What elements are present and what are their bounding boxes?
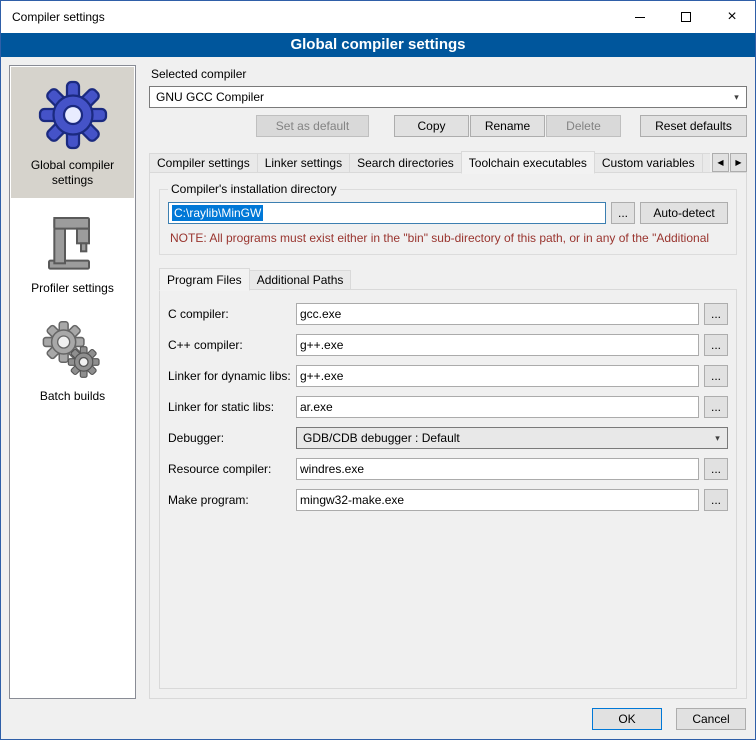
rename-button[interactable]: Rename xyxy=(470,115,545,137)
auto-detect-button[interactable]: Auto-detect xyxy=(640,202,728,224)
selected-compiler-label: Selected compiler xyxy=(151,67,747,81)
cpp-compiler-label: C++ compiler: xyxy=(168,338,296,352)
make-program-input[interactable]: mingw32-make.exe xyxy=(296,489,699,511)
dynamic-linker-input[interactable]: g++.exe xyxy=(296,365,699,387)
sidebar-item-global-compiler-settings[interactable]: Global compiler settings xyxy=(11,67,134,198)
window-title: Compiler settings xyxy=(1,10,105,24)
installation-directory-value: C:\raylib\MinGW xyxy=(172,205,263,221)
close-button[interactable]: × xyxy=(709,1,755,33)
selected-compiler-value: GNU GCC Compiler xyxy=(156,90,729,104)
ok-button[interactable]: OK xyxy=(592,708,662,730)
sidebar-item-label: Batch builds xyxy=(40,389,105,404)
arrow-right-icon: ▶ xyxy=(735,158,741,167)
subtab-program-files[interactable]: Program Files xyxy=(159,268,250,291)
maximize-button[interactable] xyxy=(663,1,709,33)
minimize-button[interactable] xyxy=(617,1,663,33)
arrow-left-icon: ◀ xyxy=(717,158,723,167)
tab-linker-settings[interactable]: Linker settings xyxy=(257,153,350,173)
compiler-settings-dialog: Compiler settings × Global compiler sett… xyxy=(0,0,756,740)
tab-scroll-left-button[interactable]: ◀ xyxy=(712,153,729,172)
cpp-compiler-row: C++ compiler: g++.exe ... xyxy=(168,334,728,356)
settings-tabstrip: Compiler settings Linker settings Search… xyxy=(149,151,747,173)
browse-button[interactable]: ... xyxy=(704,489,728,511)
static-linker-row: Linker for static libs: ar.exe ... xyxy=(168,396,728,418)
debugger-dropdown[interactable]: GDB/CDB debugger : Default ▾ xyxy=(296,427,728,449)
profiler-icon xyxy=(41,210,105,274)
copy-button[interactable]: Copy xyxy=(394,115,469,137)
browse-button[interactable]: ... xyxy=(704,458,728,480)
make-program-label: Make program: xyxy=(168,493,296,507)
browse-button[interactable]: ... xyxy=(704,303,728,325)
resource-compiler-input[interactable]: windres.exe xyxy=(296,458,699,480)
installation-directory-row: C:\raylib\MinGW ... Auto-detect xyxy=(168,202,728,224)
debugger-label: Debugger: xyxy=(168,431,296,445)
sidebar-item-batch-builds[interactable]: Batch builds xyxy=(11,306,134,414)
tab-search-directories[interactable]: Search directories xyxy=(349,153,462,173)
maximize-icon xyxy=(681,12,691,22)
tab-scroll-right-button[interactable]: ▶ xyxy=(730,153,747,172)
dialog-content: Global compiler settings Profiler se xyxy=(1,57,755,739)
selected-compiler-dropdown[interactable]: GNU GCC Compiler ▾ xyxy=(149,86,747,108)
debugger-row: Debugger: GDB/CDB debugger : Default ▾ xyxy=(168,427,728,449)
browse-directory-button[interactable]: ... xyxy=(611,202,635,224)
dialog-header: Global compiler settings xyxy=(1,33,755,57)
c-compiler-label: C compiler: xyxy=(168,307,296,321)
titlebar: Compiler settings × xyxy=(1,1,755,33)
tab-toolchain-executables[interactable]: Toolchain executables xyxy=(461,151,595,174)
settings-category-sidebar: Global compiler settings Profiler se xyxy=(9,65,136,699)
close-icon: × xyxy=(727,9,736,25)
c-compiler-input[interactable]: gcc.exe xyxy=(296,303,699,325)
static-linker-input[interactable]: ar.exe xyxy=(296,396,699,418)
main-pane: Selected compiler GNU GCC Compiler ▾ Set… xyxy=(149,65,747,699)
tab-build-options-truncated[interactable]: Buil xyxy=(702,153,710,173)
installation-directory-group: Compiler's installation directory C:\ray… xyxy=(159,182,737,255)
resource-compiler-row: Resource compiler: windres.exe ... xyxy=(168,458,728,480)
program-files-tabstrip: Program Files Additional Paths xyxy=(159,268,737,290)
browse-button[interactable]: ... xyxy=(704,396,728,418)
cpp-compiler-input[interactable]: g++.exe xyxy=(296,334,699,356)
browse-button[interactable]: ... xyxy=(704,334,728,356)
cancel-button[interactable]: Cancel xyxy=(676,708,746,730)
tab-custom-variables[interactable]: Custom variables xyxy=(594,153,703,173)
dialog-footer: OK Cancel xyxy=(592,708,746,730)
static-linker-label: Linker for static libs: xyxy=(168,400,296,414)
set-as-default-button[interactable]: Set as default xyxy=(256,115,369,137)
program-files-panel: C compiler: gcc.exe ... C++ compiler: g+… xyxy=(159,289,737,689)
toolchain-executables-panel: Compiler's installation directory C:\ray… xyxy=(149,172,747,699)
tab-compiler-settings[interactable]: Compiler settings xyxy=(149,153,258,173)
sidebar-item-label: Profiler settings xyxy=(31,281,114,296)
global-compiler-gear-icon xyxy=(37,79,109,151)
browse-button[interactable]: ... xyxy=(704,365,728,387)
dynamic-linker-row: Linker for dynamic libs: g++.exe ... xyxy=(168,365,728,387)
sidebar-item-profiler-settings[interactable]: Profiler settings xyxy=(11,198,134,306)
sidebar-item-label: Global compiler settings xyxy=(14,158,131,188)
chevron-down-icon: ▾ xyxy=(729,92,744,103)
c-compiler-row: C compiler: gcc.exe ... xyxy=(168,303,728,325)
reset-defaults-button[interactable]: Reset defaults xyxy=(640,115,747,137)
debugger-value: GDB/CDB debugger : Default xyxy=(303,431,710,445)
dynamic-linker-label: Linker for dynamic libs: xyxy=(168,369,296,383)
delete-button[interactable]: Delete xyxy=(546,115,621,137)
tab-scroll-buttons: ◀ ▶ xyxy=(712,153,747,172)
compiler-actions: Set as default Copy Rename Delete Reset … xyxy=(149,115,747,137)
installation-directory-input[interactable]: C:\raylib\MinGW xyxy=(168,202,606,224)
batch-builds-icon xyxy=(41,318,105,382)
resource-compiler-label: Resource compiler: xyxy=(168,462,296,476)
minimize-icon xyxy=(635,17,645,18)
bin-subdirectory-note: NOTE: All programs must exist either in … xyxy=(170,231,726,245)
subtab-additional-paths[interactable]: Additional Paths xyxy=(249,270,352,290)
installation-directory-legend: Compiler's installation directory xyxy=(168,182,340,196)
caption-buttons: × xyxy=(617,1,755,33)
chevron-down-icon: ▾ xyxy=(710,433,725,444)
make-program-row: Make program: mingw32-make.exe ... xyxy=(168,489,728,511)
